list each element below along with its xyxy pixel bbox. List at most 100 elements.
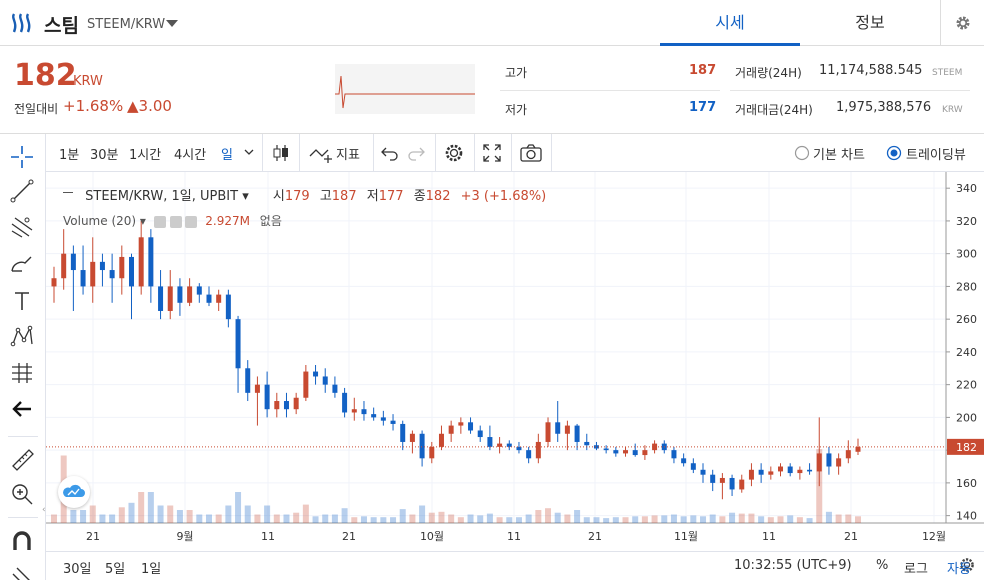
- y-tick-label: 160: [956, 477, 977, 490]
- volume-bar: [99, 514, 106, 523]
- market-pair[interactable]: STEEM/KRW: [87, 17, 165, 32]
- magnet-icon[interactable]: [7, 526, 37, 556]
- legend-symbol[interactable]: STEEM/KRW, 1일, UPBIT: [85, 189, 238, 204]
- volume-bar: [390, 517, 397, 523]
- candle-body: [700, 469, 706, 475]
- volume-bar: [273, 514, 280, 523]
- divider: [373, 134, 374, 172]
- divider: [474, 134, 475, 172]
- scroll-left-icon[interactable]: ‹: [42, 505, 50, 523]
- auto-toggle[interactable]: 자동: [947, 558, 971, 577]
- candle-body: [322, 376, 328, 385]
- volume-bar: [322, 514, 329, 523]
- x-tick-label: 21: [86, 530, 100, 543]
- log-toggle[interactable]: 로그: [904, 558, 928, 577]
- y-tick-label: 260: [956, 313, 977, 326]
- brush-icon[interactable]: [7, 249, 37, 279]
- crosshair-icon[interactable]: [7, 142, 37, 172]
- chart-settings-icon[interactable]: [443, 142, 465, 164]
- trend-line-icon[interactable]: [7, 176, 37, 206]
- eraser-icon[interactable]: [7, 558, 37, 580]
- indicators-button[interactable]: 지표: [336, 144, 360, 163]
- chevron-down-icon[interactable]: ▾: [242, 189, 249, 204]
- candle-body: [419, 433, 425, 459]
- candle-body: [400, 423, 406, 442]
- redo-icon[interactable]: [406, 143, 426, 163]
- gear-icon[interactable]: [169, 215, 182, 228]
- candle-style-icon[interactable]: [270, 142, 292, 164]
- volume-bar: [370, 517, 377, 523]
- volume-bar: [632, 516, 639, 523]
- tradingview-radio[interactable]: [886, 145, 902, 161]
- indicators-icon[interactable]: [308, 142, 334, 164]
- volume-bar: [138, 492, 145, 523]
- range-5d[interactable]: 5일: [105, 558, 125, 577]
- volume-bar: [612, 517, 619, 523]
- tradingview-label[interactable]: 트레이딩뷰: [906, 144, 966, 163]
- tab-quote[interactable]: 시세: [660, 0, 800, 46]
- volume-bar: [448, 514, 455, 523]
- chevron-down-icon[interactable]: [244, 149, 254, 157]
- ruler-icon[interactable]: [7, 444, 37, 474]
- range-30d[interactable]: 30일: [63, 558, 92, 577]
- chevron-down-icon[interactable]: [166, 20, 178, 27]
- candle-body: [293, 397, 299, 410]
- volume-bar: [467, 514, 474, 523]
- zoom-in-icon[interactable]: [7, 479, 37, 509]
- candle-body: [371, 414, 377, 418]
- candle-body: [148, 237, 154, 287]
- x-tick-label: 12월: [922, 530, 946, 543]
- interval-1d[interactable]: 일: [221, 144, 233, 163]
- volume-bar: [680, 516, 687, 523]
- y-tick-label: 320: [956, 215, 977, 228]
- eye-icon[interactable]: [153, 215, 166, 228]
- volume-bar: [409, 514, 416, 523]
- percent-toggle[interactable]: %: [876, 558, 888, 573]
- candle-body: [758, 469, 764, 475]
- fullscreen-icon[interactable]: [482, 143, 502, 163]
- interval-4h[interactable]: 4시간: [174, 144, 206, 163]
- undo-icon[interactable]: [380, 143, 400, 163]
- range-1d[interactable]: 1일: [141, 558, 161, 577]
- volume-bar: [244, 505, 251, 523]
- settings-button[interactable]: [940, 0, 984, 46]
- back-arrow-icon[interactable]: [7, 394, 37, 424]
- candle-body: [632, 450, 638, 456]
- fib-retracement-icon[interactable]: [7, 212, 37, 242]
- volume-bar: [176, 510, 183, 523]
- interval-1h[interactable]: 1시간: [129, 144, 161, 163]
- divider: [500, 90, 720, 91]
- candle-body: [313, 371, 319, 377]
- tradingview-logo[interactable]: [58, 476, 90, 508]
- interval-30m[interactable]: 30분: [90, 144, 119, 163]
- interval-1m[interactable]: 1분: [59, 144, 79, 163]
- volume-bar: [796, 517, 803, 523]
- volume-bar: [428, 512, 435, 523]
- candle-body: [526, 450, 532, 459]
- pattern-tool-icon[interactable]: [7, 322, 37, 352]
- basic-chart-label[interactable]: 기본 차트: [813, 144, 865, 163]
- candle-body: [380, 417, 386, 421]
- cloud-icon: [63, 484, 85, 497]
- volume-extra: 없음: [259, 214, 282, 228]
- volume-bar: [825, 511, 832, 523]
- divider: [262, 134, 263, 172]
- prediction-tool-icon[interactable]: [7, 358, 37, 388]
- volume-bar: [855, 516, 861, 523]
- divider: [511, 134, 512, 172]
- volume-label[interactable]: Volume (20): [63, 214, 136, 228]
- volume-legend: Volume (20) ▾ 2.927M 없음: [63, 212, 282, 229]
- chevron-down-icon[interactable]: ▾: [140, 214, 146, 228]
- basic-chart-radio[interactable]: [794, 145, 810, 161]
- close-icon[interactable]: [185, 215, 198, 228]
- volume-bar: [360, 516, 367, 523]
- tab-info[interactable]: 정보: [800, 0, 940, 46]
- collapse-icon[interactable]: [63, 191, 73, 202]
- divider: [8, 517, 38, 518]
- candle-body: [90, 261, 96, 287]
- text-tool-icon[interactable]: [7, 286, 37, 316]
- x-tick-label: 21: [342, 530, 356, 543]
- camera-icon[interactable]: [519, 143, 543, 163]
- volume-bar: [545, 508, 552, 523]
- candle-body: [187, 286, 193, 303]
